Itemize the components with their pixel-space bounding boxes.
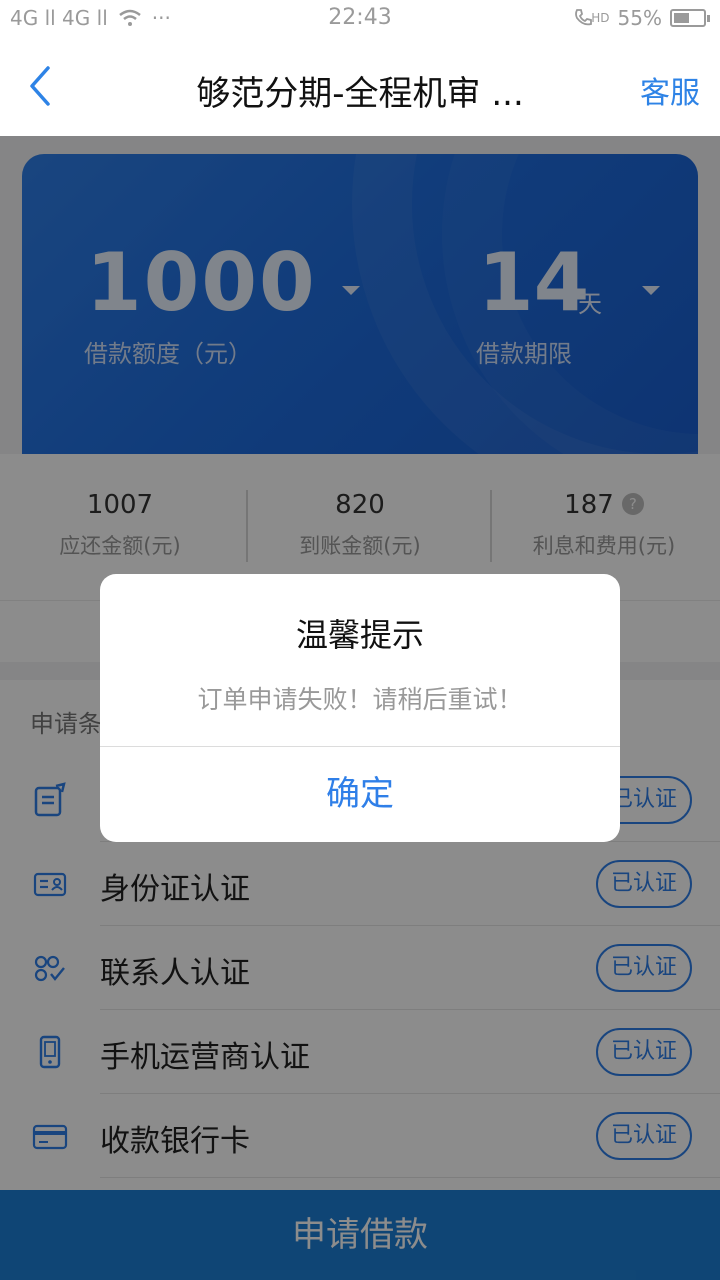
status-bar: 4G ll 4G ll ··· 22:43 HD 55% [0, 0, 720, 36]
customer-service-button[interactable]: 客服 [640, 68, 700, 112]
battery-percent: 55% [617, 6, 662, 30]
call-hd-icon [575, 9, 593, 26]
confirm-button[interactable]: 确定 [100, 747, 620, 842]
hd-label: HD [591, 11, 610, 25]
battery-icon [670, 9, 710, 27]
battery-level [674, 13, 690, 23]
alert-dialog: 温馨提示 订单申请失败！请稍后重试！ 确定 [100, 574, 620, 842]
page-title: 够范分期-全程机审 ... [196, 74, 524, 114]
back-arrow-icon[interactable] [22, 64, 62, 108]
navigation-bar: 够范分期-全程机审 ... 客服 [0, 36, 720, 136]
dialog-message: 订单申请失败！请稍后重试！ [197, 685, 523, 714]
status-right: HD 55% [573, 6, 710, 30]
dialog-title: 温馨提示 [295, 616, 424, 654]
